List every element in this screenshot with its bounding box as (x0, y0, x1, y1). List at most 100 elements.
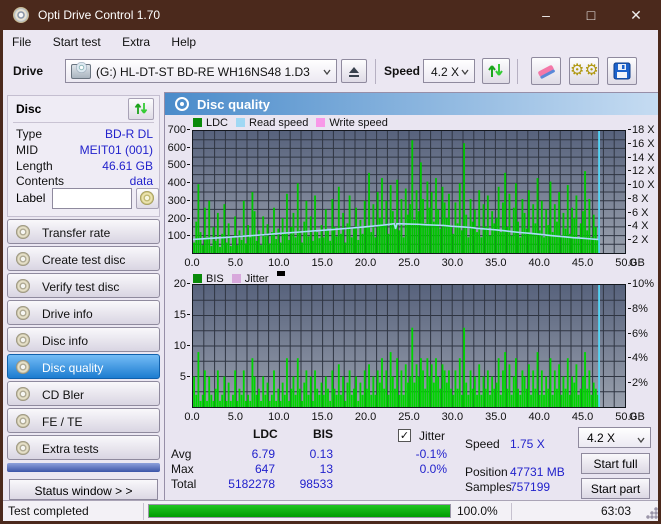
axis-tick-label: 20.0 (354, 257, 377, 269)
disc-refresh-button[interactable] (128, 98, 154, 120)
axis-tick-label: 25.0 (398, 411, 420, 423)
disc-row-length: Length 46.61 GB (16, 159, 153, 173)
elapsed-time: 63:03 (600, 504, 631, 518)
erase-disc-button[interactable] (531, 57, 561, 85)
refresh-speed-button[interactable] (482, 58, 510, 84)
speed-info-label: Speed (465, 437, 500, 451)
panel-title: Disc quality (197, 97, 270, 112)
test-speed-value: 4.2 X (587, 431, 616, 445)
sidebar-item-cd-bler[interactable]: CD Bler (7, 381, 160, 406)
axis-tick-label: 4 X (628, 220, 649, 232)
cd-icon (16, 225, 30, 239)
sidebar-item-disc-quality[interactable]: Disc quality (7, 354, 160, 379)
axis-tick-label: 2% (628, 377, 648, 389)
axis-tick-label: 500 (168, 159, 190, 171)
axis-tick-label: 10.0 (268, 257, 290, 269)
axis-tick-label: 14 X (628, 152, 655, 164)
maximize-button[interactable]: □ (569, 0, 613, 30)
disc-length-value: 46.61 GB (102, 159, 153, 173)
disc-label-input[interactable] (52, 188, 132, 209)
axis-tick-label: 18 X (628, 124, 655, 136)
sidebar-item-drive-info[interactable]: Drive info (7, 300, 160, 325)
axis-tick-label: 200 (168, 213, 190, 225)
bis-column-header: BIS (313, 427, 334, 441)
chart2-jitter-axis: 10% 8% 6% 4% 2% (628, 278, 658, 408)
eraser-icon (538, 65, 555, 79)
axis-tick-label: 15.0 (311, 411, 333, 423)
axis-tick-label: 100 (168, 230, 190, 242)
axis-tick-label: 400 (168, 177, 190, 189)
progress-percent: 100.0% (457, 504, 498, 518)
drive-icon (71, 62, 91, 79)
sidebar-item-label: Verify test disc (42, 280, 120, 294)
axis-tick-label: 600 (168, 142, 190, 154)
cd-icon (16, 360, 30, 374)
axis-tick-label: 5.0 (227, 411, 244, 423)
save-button[interactable] (607, 57, 637, 85)
chart1-legend: LDC Read speed Write speed (193, 117, 396, 129)
refresh-arrows-icon (488, 64, 503, 77)
start-full-button[interactable]: Start full (581, 453, 650, 474)
settings-button[interactable]: ⚙⚙ (569, 57, 599, 85)
progress-fill (149, 505, 450, 517)
cd-icon (16, 387, 30, 401)
disc-mid-value: MEIT01 (001) (79, 143, 153, 157)
axis-unit-label: GB (629, 411, 645, 423)
axis-tick-label: 4% (628, 352, 648, 364)
sidebar-item-extra-tests[interactable]: Extra tests (7, 435, 160, 460)
chart2-legend: BIS Jitter (193, 271, 285, 285)
legend-read-speed: Read speed (249, 117, 309, 129)
bis-swatch (193, 274, 202, 283)
position-info-value: 47731 MB (510, 465, 565, 479)
jitter-checkbox-label[interactable]: Jitter (419, 429, 445, 443)
axis-tick-label: 8% (628, 303, 648, 315)
test-speed-select[interactable]: 4.2 X (578, 427, 651, 448)
drive-select[interactable]: (G:) HL-DT-ST BD-RE WH16NS48 1.D3 (65, 59, 337, 83)
refresh-arrows-icon (134, 103, 148, 114)
sidebar-item-fe-te[interactable]: FE / TE (7, 408, 160, 433)
cd-icon (16, 279, 30, 293)
menu-extra[interactable]: Extra (113, 30, 159, 53)
sidebar-item-label: Disc quality (42, 361, 104, 375)
sidebar-item-disc-info[interactable]: Disc info (7, 327, 160, 352)
axis-tick-label: 10 X (628, 179, 655, 191)
panel-header: Disc quality (165, 93, 658, 115)
app-disc-icon (13, 7, 29, 23)
resize-grip[interactable] (646, 507, 658, 519)
axis-tick-label: 6 X (628, 207, 649, 219)
axis-unit-label: GB (629, 257, 645, 269)
jitter-checkbox[interactable]: ✓ (398, 429, 411, 442)
status-window-button[interactable]: Status window > > (9, 479, 158, 500)
chevron-down-icon (323, 69, 331, 75)
axis-tick-label: 25.0 (398, 257, 420, 269)
menu-bar: File Start test Extra Help (3, 30, 658, 54)
menu-start-test[interactable]: Start test (44, 30, 110, 53)
axis-tick-label: 10 (174, 340, 190, 352)
legend-ldc: LDC (206, 117, 229, 129)
disc-contents-label: Contents (16, 174, 65, 188)
total-bis-value: 98533 (299, 477, 333, 491)
disc-label-row: Label (16, 188, 159, 210)
app-window: Opti Drive Control 1.70 – □ ✕ File Start… (0, 0, 661, 524)
sidebar-item-verify-test-disc[interactable]: Verify test disc (7, 273, 160, 298)
legend-marker (276, 271, 285, 276)
disc-panel-title: Disc (16, 102, 42, 116)
eject-button[interactable] (341, 59, 367, 83)
menu-help[interactable]: Help (162, 30, 205, 53)
sidebar-item-transfer-rate[interactable]: Transfer rate (7, 219, 160, 244)
title-bar: Opti Drive Control 1.70 – □ ✕ (3, 0, 658, 30)
disc-quality-icon (175, 97, 189, 111)
avg-bis-value: 0.13 (309, 447, 333, 461)
menu-file[interactable]: File (3, 30, 40, 53)
axis-tick-label: 40.0 (528, 411, 550, 423)
disc-contents-link[interactable]: data (130, 174, 153, 188)
cd-icon (16, 333, 30, 347)
start-part-button[interactable]: Start part (581, 478, 650, 499)
axis-tick-label: 6% (628, 328, 648, 340)
minimize-button[interactable]: – (524, 0, 568, 30)
speed-select[interactable]: 4.2 X (423, 59, 475, 83)
close-button[interactable]: ✕ (614, 0, 658, 30)
sidebar-item-label: Drive info (42, 307, 93, 321)
sidebar-item-create-test-disc[interactable]: Create test disc (7, 246, 160, 271)
disc-label-button[interactable] (136, 188, 159, 209)
